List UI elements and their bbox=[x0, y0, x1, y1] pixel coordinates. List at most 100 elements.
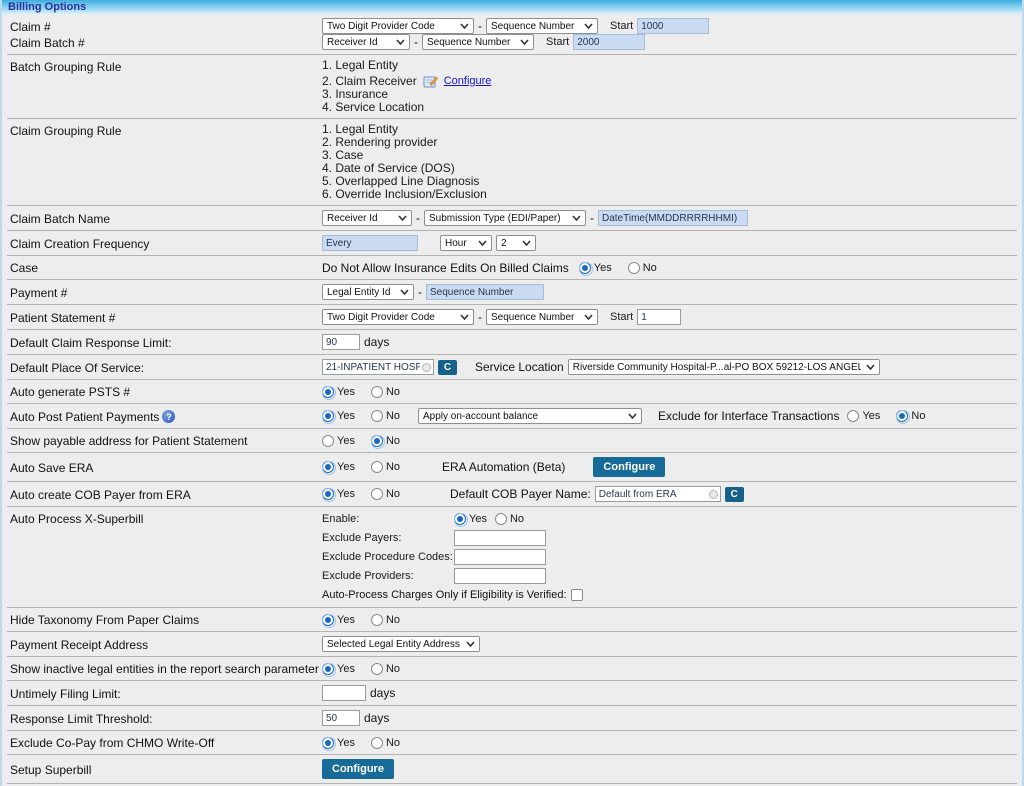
patient-statement-start-input[interactable] bbox=[637, 309, 681, 325]
batch-grouping-rule-label: Batch Grouping Rule bbox=[10, 59, 322, 74]
section-auto-create-cob-payer: Auto create COB Payer from ERA Yes No De… bbox=[7, 482, 1017, 507]
patient-statement-part1-select[interactable]: Two Digit Provider Code bbox=[322, 309, 474, 325]
exclude-payers-label: Exclude Payers: bbox=[322, 532, 454, 544]
superbill-enable-no-radio[interactable] bbox=[495, 513, 507, 525]
place-of-service-lookup-input[interactable]: 21-INPATIENT HOSPITAL bbox=[322, 359, 434, 375]
claim-number-part2-select[interactable]: Sequence Number bbox=[486, 18, 598, 34]
claim-batch-name-part1-select[interactable]: Receiver Id bbox=[322, 210, 412, 226]
section-batch-grouping-rule: Batch Grouping Rule 1. Legal Entity 2. C… bbox=[7, 55, 1017, 119]
dash-separator: - bbox=[418, 285, 422, 299]
exclude-procedure-codes-input[interactable] bbox=[454, 549, 546, 565]
help-icon[interactable]: ? bbox=[162, 410, 175, 423]
claim-batch-name-datetime-input[interactable] bbox=[598, 210, 748, 226]
exclude-copay-yes-radio[interactable] bbox=[322, 737, 334, 749]
edit-note-icon bbox=[423, 75, 438, 88]
batch-grouping-configure-link[interactable]: Configure bbox=[444, 75, 492, 88]
exclude-interface-no-radio[interactable] bbox=[896, 410, 908, 422]
case-no-radio[interactable] bbox=[628, 262, 640, 274]
section-show-inactive-legal-entities: Show inactive legal entities in the repo… bbox=[7, 657, 1017, 681]
case-label: Case bbox=[10, 260, 322, 275]
dash-separator: - bbox=[590, 211, 594, 225]
auto-save-era-no-radio[interactable] bbox=[371, 461, 383, 473]
frequency-every-input[interactable] bbox=[322, 235, 418, 251]
chevron-down-icon bbox=[400, 289, 409, 295]
chevron-down-icon bbox=[520, 39, 529, 45]
response-limit-threshold-label: Response Limit Threshold: bbox=[10, 711, 322, 726]
section-response-limit-threshold: Response Limit Threshold: days bbox=[7, 706, 1017, 731]
claim-batch-part1-select[interactable]: Receiver Id bbox=[322, 34, 410, 50]
cob-payer-name-lookup-input[interactable]: Default from ERA bbox=[595, 486, 721, 502]
claim-batch-name-part2-select[interactable]: Submission Type (EDI/Paper) bbox=[424, 210, 586, 226]
exclude-providers-input[interactable] bbox=[454, 568, 546, 584]
cob-payer-clear-button[interactable]: C bbox=[725, 487, 744, 502]
list-item: 4. Service Location bbox=[322, 101, 491, 114]
payment-sequence-input[interactable] bbox=[426, 284, 544, 300]
hide-taxonomy-yes-radio[interactable] bbox=[322, 614, 334, 626]
cob-payer-name-label: Default COB Payer Name: bbox=[450, 487, 591, 501]
hide-taxonomy-no-radio[interactable] bbox=[371, 614, 383, 626]
psts-no-radio[interactable] bbox=[371, 386, 383, 398]
service-location-select[interactable]: Riverside Community Hospital-P...al-PO B… bbox=[568, 359, 880, 375]
show-inactive-legal-entities-label: Show inactive legal entities in the repo… bbox=[10, 661, 322, 676]
start-label: Start bbox=[610, 311, 633, 323]
chevron-down-icon bbox=[478, 240, 487, 246]
days-label: days bbox=[364, 711, 389, 725]
section-auto-process-x-superbill: Auto Process X-Superbill Enable: Yes No … bbox=[7, 507, 1017, 608]
payment-part1-select[interactable]: Legal Entity Id bbox=[322, 284, 414, 300]
exclude-providers-label: Exclude Providers: bbox=[322, 570, 454, 582]
payment-receipt-address-select[interactable]: Selected Legal Entity Address bbox=[322, 636, 480, 652]
section-payment-receipt-address: Payment Receipt Address Selected Legal E… bbox=[7, 632, 1017, 657]
payable-address-yes-radio[interactable] bbox=[322, 435, 334, 447]
auto-create-cob-payer-label: Auto create COB Payer from ERA bbox=[10, 487, 322, 502]
auto-save-era-yes-radio[interactable] bbox=[322, 461, 334, 473]
chevron-down-icon bbox=[628, 413, 637, 419]
dash-separator: - bbox=[478, 19, 482, 33]
start-label: Start bbox=[610, 20, 633, 32]
section-claim-grouping-rule: Claim Grouping Rule 1. Legal Entity 2. R… bbox=[7, 119, 1017, 206]
case-yes-radio[interactable] bbox=[579, 262, 591, 274]
setup-superbill-configure-button[interactable]: Configure bbox=[322, 759, 394, 779]
default-claim-response-limit-input[interactable] bbox=[322, 334, 360, 350]
dash-separator: - bbox=[414, 35, 418, 49]
auto-process-x-superbill-label: Auto Process X-Superbill bbox=[10, 511, 322, 526]
chevron-down-icon bbox=[466, 641, 475, 647]
response-limit-threshold-input[interactable] bbox=[322, 710, 360, 726]
cob-payer-no-radio[interactable] bbox=[371, 488, 383, 500]
cob-payer-yes-radio[interactable] bbox=[322, 488, 334, 500]
place-of-service-clear-button[interactable]: C bbox=[438, 360, 457, 375]
auto-post-yes-radio[interactable] bbox=[322, 410, 334, 422]
chevron-down-icon bbox=[460, 314, 469, 320]
exclude-copay-no-radio[interactable] bbox=[371, 737, 383, 749]
inactive-entities-no-radio[interactable] bbox=[371, 663, 383, 675]
auto-post-no-radio[interactable] bbox=[371, 410, 383, 422]
chevron-down-icon bbox=[398, 215, 407, 221]
exclude-payers-input[interactable] bbox=[454, 530, 546, 546]
claim-creation-frequency-label: Claim Creation Frequency bbox=[10, 236, 322, 251]
inactive-entities-yes-radio[interactable] bbox=[322, 663, 334, 675]
exclude-interface-yes-radio[interactable] bbox=[847, 410, 859, 422]
era-automation-configure-button[interactable]: Configure bbox=[593, 457, 665, 477]
auto-save-era-label: Auto Save ERA bbox=[10, 460, 322, 475]
claim-number-part1-select[interactable]: Two Digit Provider Code bbox=[322, 18, 474, 34]
chevron-down-icon bbox=[522, 240, 531, 246]
frequency-unit-select[interactable]: Hour bbox=[440, 235, 492, 251]
chevron-down-icon bbox=[866, 364, 875, 370]
case-question-label: Do Not Allow Insurance Edits On Billed C… bbox=[322, 261, 569, 275]
exclude-copay-label: Exclude Co-Pay from CHMO Write-Off bbox=[10, 735, 322, 750]
claim-batch-start-input[interactable] bbox=[573, 34, 645, 50]
claim-number-start-input[interactable] bbox=[637, 18, 709, 34]
list-item: 6. Override Inclusion/Exclusion bbox=[322, 188, 487, 201]
superbill-enable-yes-radio[interactable] bbox=[454, 513, 466, 525]
auto-post-mode-select[interactable]: Apply on-account balance bbox=[418, 408, 642, 424]
psts-yes-radio[interactable] bbox=[322, 386, 334, 398]
section-setup-superbill: Setup Superbill Configure bbox=[7, 755, 1017, 784]
payable-address-no-radio[interactable] bbox=[371, 435, 383, 447]
section-case: Case Do Not Allow Insurance Edits On Bil… bbox=[7, 256, 1017, 280]
section-default-claim-response-limit: Default Claim Response Limit: days bbox=[7, 330, 1017, 355]
frequency-interval-select[interactable]: 2 bbox=[496, 235, 536, 251]
eligibility-verified-checkbox[interactable] bbox=[571, 589, 583, 601]
default-claim-response-limit-label: Default Claim Response Limit: bbox=[10, 335, 322, 350]
untimely-filing-limit-input[interactable] bbox=[322, 685, 366, 701]
patient-statement-part2-select[interactable]: Sequence Number bbox=[486, 309, 598, 325]
claim-batch-part2-select[interactable]: Sequence Number bbox=[422, 34, 534, 50]
